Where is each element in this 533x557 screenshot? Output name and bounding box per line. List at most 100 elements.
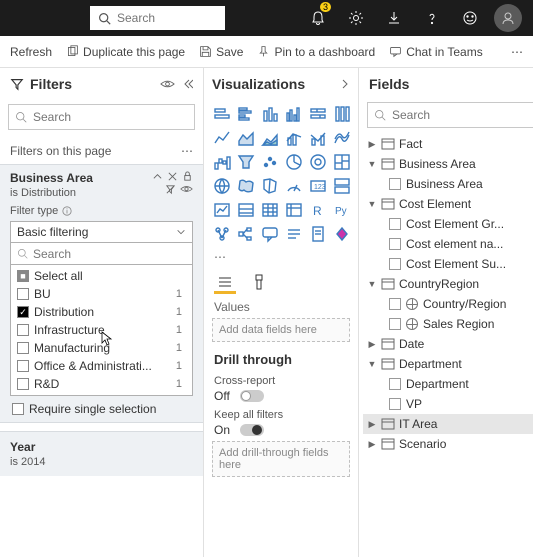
drillthrough-dropzone[interactable]: Add drill-through fields here bbox=[212, 441, 350, 477]
viz-waterfall[interactable] bbox=[212, 152, 232, 172]
viz-card[interactable]: 123 bbox=[308, 176, 328, 196]
remove-filter-icon[interactable] bbox=[167, 171, 178, 182]
download-button[interactable] bbox=[377, 0, 411, 36]
viz-filled-map[interactable] bbox=[236, 176, 256, 196]
viz-pie[interactable] bbox=[284, 152, 304, 172]
refresh-button[interactable]: Refresh bbox=[10, 45, 52, 59]
global-search[interactable] bbox=[90, 6, 225, 30]
viz-map[interactable] bbox=[212, 176, 232, 196]
viz-matrix[interactable] bbox=[284, 200, 304, 220]
clear-filter-icon[interactable] bbox=[165, 184, 176, 195]
field-department[interactable]: Department bbox=[363, 374, 533, 394]
feedback-button[interactable] bbox=[453, 0, 487, 36]
filter-type-dropdown[interactable]: Basic filtering bbox=[10, 221, 193, 243]
visibility-icon[interactable] bbox=[160, 78, 175, 90]
option-distribution[interactable]: ✓Distribution1 bbox=[11, 303, 192, 321]
table-department[interactable]: ▼Department bbox=[363, 354, 533, 374]
viz-line[interactable] bbox=[212, 128, 232, 148]
lock-filter-icon[interactable] bbox=[182, 171, 193, 182]
viz-stacked-area[interactable] bbox=[260, 128, 280, 148]
option-rd[interactable]: R&D1 bbox=[11, 375, 192, 393]
hide-filter-icon[interactable] bbox=[180, 184, 193, 194]
viz-key-influencers[interactable] bbox=[212, 224, 232, 244]
field-vp[interactable]: VP bbox=[363, 394, 533, 414]
pin-button[interactable]: Pin to a dashboard bbox=[257, 45, 375, 59]
filter-card-business-area: Business Area is Distribution Fi bbox=[0, 164, 203, 423]
values-dropzone[interactable]: Add data fields here bbox=[212, 318, 350, 342]
cross-report-toggle[interactable] bbox=[240, 390, 264, 402]
viz-paginated[interactable] bbox=[308, 224, 328, 244]
viz-slicer[interactable] bbox=[236, 200, 256, 220]
filter-card-year[interactable]: Year is 2014 bbox=[0, 431, 203, 476]
viz-treemap[interactable] bbox=[332, 152, 352, 172]
page-filters-more[interactable]: ⋯ bbox=[181, 144, 193, 158]
table-cost-element[interactable]: ▼Cost Element bbox=[363, 194, 533, 214]
account-button[interactable] bbox=[491, 0, 525, 36]
option-select-all[interactable]: ■Select all bbox=[11, 267, 192, 285]
viz-ribbon[interactable] bbox=[332, 128, 352, 148]
viz-powerapp[interactable] bbox=[332, 224, 352, 244]
viz-shape-map[interactable] bbox=[260, 176, 280, 196]
table-date[interactable]: ▶Date bbox=[363, 334, 533, 354]
viz-gauge[interactable] bbox=[284, 176, 304, 196]
help-button[interactable] bbox=[415, 0, 449, 36]
viz-funnel[interactable] bbox=[236, 152, 256, 172]
option-infrastructure[interactable]: Infrastructure1 bbox=[11, 321, 192, 339]
save-button[interactable]: Save bbox=[199, 45, 243, 59]
option-office[interactable]: Office & Administrati...1 bbox=[11, 357, 192, 375]
require-single-checkbox[interactable]: Require single selection bbox=[10, 396, 193, 420]
viz-stacked-col[interactable] bbox=[260, 104, 280, 124]
expand-viz-icon[interactable] bbox=[340, 78, 350, 90]
table-business-area[interactable]: ▼Business Area bbox=[363, 154, 533, 174]
viz-donut[interactable] bbox=[308, 152, 328, 172]
viz-area[interactable] bbox=[236, 128, 256, 148]
field-sales-region[interactable]: Sales Region bbox=[363, 314, 533, 334]
table-countryregion[interactable]: ▼CountryRegion bbox=[363, 274, 533, 294]
viz-r[interactable]: R bbox=[308, 200, 328, 220]
viz-more[interactable]: ⋯ bbox=[204, 248, 358, 266]
table-it-area[interactable]: ▶IT Area bbox=[363, 414, 533, 434]
table-scenario[interactable]: ▶Scenario bbox=[363, 434, 533, 454]
viz-100stacked-col[interactable] bbox=[332, 104, 352, 124]
info-icon[interactable] bbox=[62, 206, 72, 216]
field-cost-element-gr[interactable]: Cost Element Gr... bbox=[363, 214, 533, 234]
format-tab[interactable] bbox=[248, 272, 270, 294]
viz-narrative[interactable] bbox=[284, 224, 304, 244]
option-bu[interactable]: BU1 bbox=[11, 285, 192, 303]
notifications-button[interactable]: 3 bbox=[301, 0, 335, 36]
filters-search[interactable] bbox=[8, 104, 195, 130]
table-fact[interactable]: ▶Fact bbox=[363, 134, 533, 154]
fields-tab[interactable] bbox=[214, 272, 236, 294]
field-country-region[interactable]: Country/Region bbox=[363, 294, 533, 314]
viz-kpi[interactable] bbox=[212, 200, 232, 220]
filters-search-input[interactable] bbox=[33, 110, 188, 124]
fields-search-input[interactable] bbox=[392, 108, 533, 122]
viz-multirow-card[interactable] bbox=[332, 176, 352, 196]
viz-py[interactable]: Py bbox=[332, 200, 352, 220]
viz-qa[interactable] bbox=[260, 224, 280, 244]
fields-search[interactable] bbox=[367, 102, 533, 128]
viz-decomp[interactable] bbox=[236, 224, 256, 244]
viz-line-col[interactable] bbox=[284, 128, 304, 148]
viz-clustered-col[interactable] bbox=[284, 104, 304, 124]
values-label: Values bbox=[204, 296, 358, 316]
field-business-area[interactable]: Business Area bbox=[363, 174, 533, 194]
viz-clustered-bar[interactable] bbox=[236, 104, 256, 124]
global-search-input[interactable] bbox=[117, 11, 207, 25]
viz-line-col2[interactable] bbox=[308, 128, 328, 148]
settings-button[interactable] bbox=[339, 0, 373, 36]
more-button[interactable]: ⋯ bbox=[511, 45, 523, 59]
chat-button[interactable]: Chat in Teams bbox=[389, 45, 482, 59]
viz-scatter[interactable] bbox=[260, 152, 280, 172]
viz-table[interactable] bbox=[260, 200, 280, 220]
filter-values-search[interactable]: Search bbox=[10, 243, 193, 265]
collapse-icon[interactable] bbox=[181, 78, 193, 90]
collapse-card-icon[interactable] bbox=[152, 171, 163, 182]
viz-100stacked-bar[interactable] bbox=[308, 104, 328, 124]
option-manufacturing[interactable]: Manufacturing1 bbox=[11, 339, 192, 357]
duplicate-button[interactable]: Duplicate this page bbox=[66, 45, 185, 59]
viz-stacked-bar[interactable] bbox=[212, 104, 232, 124]
field-cost-element-na[interactable]: Cost element na... bbox=[363, 234, 533, 254]
field-cost-element-su[interactable]: Cost Element Su... bbox=[363, 254, 533, 274]
keep-filters-toggle[interactable] bbox=[240, 424, 264, 436]
